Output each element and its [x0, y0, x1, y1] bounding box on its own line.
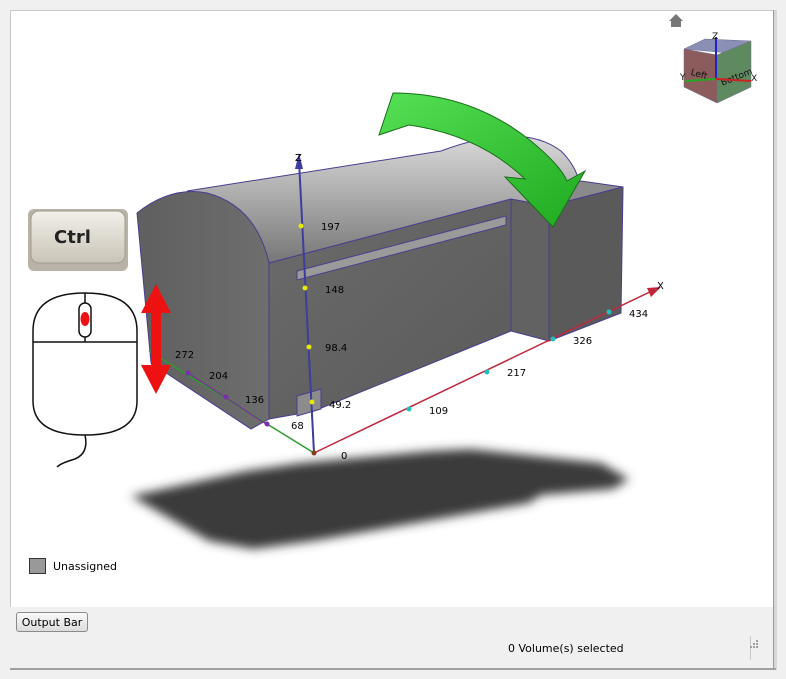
x-tick-label: 326 — [573, 336, 592, 347]
z-tick-label: 98.4 — [325, 343, 347, 354]
y-tick-label: 136 — [245, 395, 264, 406]
selection-status: 0 Volume(s) selected — [508, 642, 624, 655]
z-axis-label: Z — [295, 153, 302, 164]
z-tick-label: 148 — [325, 285, 344, 296]
viewcube-axis-x: X — [751, 74, 757, 84]
home-icon[interactable] — [669, 14, 683, 27]
x-tick-label: 109 — [429, 406, 448, 417]
y-tick-label: 272 — [175, 350, 194, 361]
ctrl-key-icon: Ctrl — [28, 209, 128, 271]
window-border-right — [773, 10, 777, 670]
3d-viewport[interactable]: Z X 197 148 98.4 49.2 0 109 217 326 434 … — [10, 10, 774, 607]
window-border-bottom — [10, 668, 776, 670]
z-tick-label: 197 — [321, 222, 340, 233]
viewcube-axis-y: Y — [679, 73, 686, 83]
status-bar: 0 Volume(s) selected — [10, 634, 772, 664]
y-tick-label: 68 — [291, 421, 304, 432]
application-frame: Z X 197 148 98.4 49.2 0 109 217 326 434 … — [0, 0, 786, 679]
ctrl-key-label: Ctrl — [54, 227, 91, 248]
right-block-front — [510, 198, 550, 342]
legend: Unassigned — [29, 558, 117, 574]
x-tick-label: 217 — [507, 368, 526, 379]
x-tick-label: 0 — [341, 451, 347, 462]
legend-swatch — [29, 558, 46, 574]
legend-label: Unassigned — [53, 559, 117, 573]
model-shadow — [131, 449, 629, 549]
resize-grip-icon[interactable] — [748, 638, 758, 648]
z-tick-label: 49.2 — [329, 400, 351, 411]
y-tick-label: 204 — [209, 371, 228, 382]
3d-scene[interactable]: Z X 197 148 98.4 49.2 0 109 217 326 434 … — [11, 11, 773, 607]
viewcube-axis-z: Z — [712, 32, 718, 42]
view-cube[interactable]: Left Bottom Z X Y — [679, 32, 757, 104]
mouse-icon — [32, 292, 138, 468]
x-tick-label: 434 — [629, 309, 648, 320]
output-bar-button[interactable]: Output Bar — [16, 612, 88, 632]
x-axis-label: X — [657, 281, 664, 292]
